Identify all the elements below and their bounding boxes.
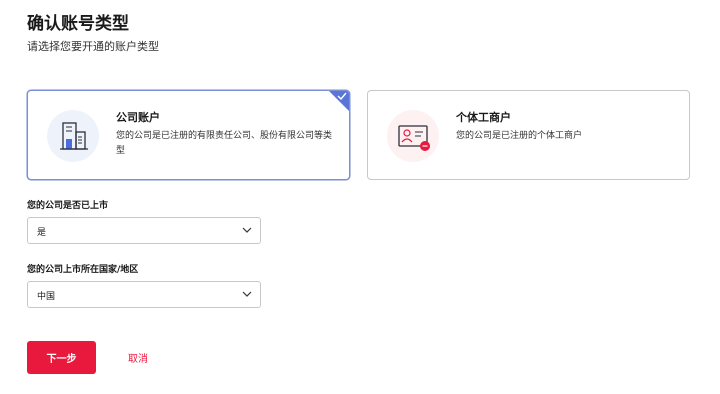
check-icon [337,92,347,100]
card-description: 您的公司是已注册的个体工商户 [456,131,583,141]
building-icon [47,110,99,162]
cancel-button[interactable]: 取消 [117,341,159,374]
listed-select[interactable]: 是 [27,217,261,244]
chevron-down-icon [242,227,252,233]
next-step-button[interactable]: 下一步 [27,341,96,374]
chevron-down-icon [242,291,252,297]
listed-select-value: 是 [37,228,47,238]
card-title: 公司账户 [116,111,160,124]
card-description: 您的公司是已注册的有限责任公司、股份有限公司等类型 [116,131,333,156]
card-title: 个体工商户 [456,111,511,124]
account-type-card-individual[interactable]: 个体工商户 您的公司是已注册的个体工商户 [367,90,690,180]
listed-field-label: 您的公司是否已上市 [27,201,109,211]
country-select-value: 中国 [37,292,56,302]
id-card-icon [387,110,439,162]
page-title: 确认账号类型 [27,14,129,34]
page-subtitle: 请选择您要开通的账户类型 [27,40,159,53]
country-field-label: 您的公司上市所在国家/地区 [27,265,139,275]
account-type-card-company[interactable]: 公司账户 您的公司是已注册的有限责任公司、股份有限公司等类型 [27,90,350,180]
country-select[interactable]: 中国 [27,281,261,308]
